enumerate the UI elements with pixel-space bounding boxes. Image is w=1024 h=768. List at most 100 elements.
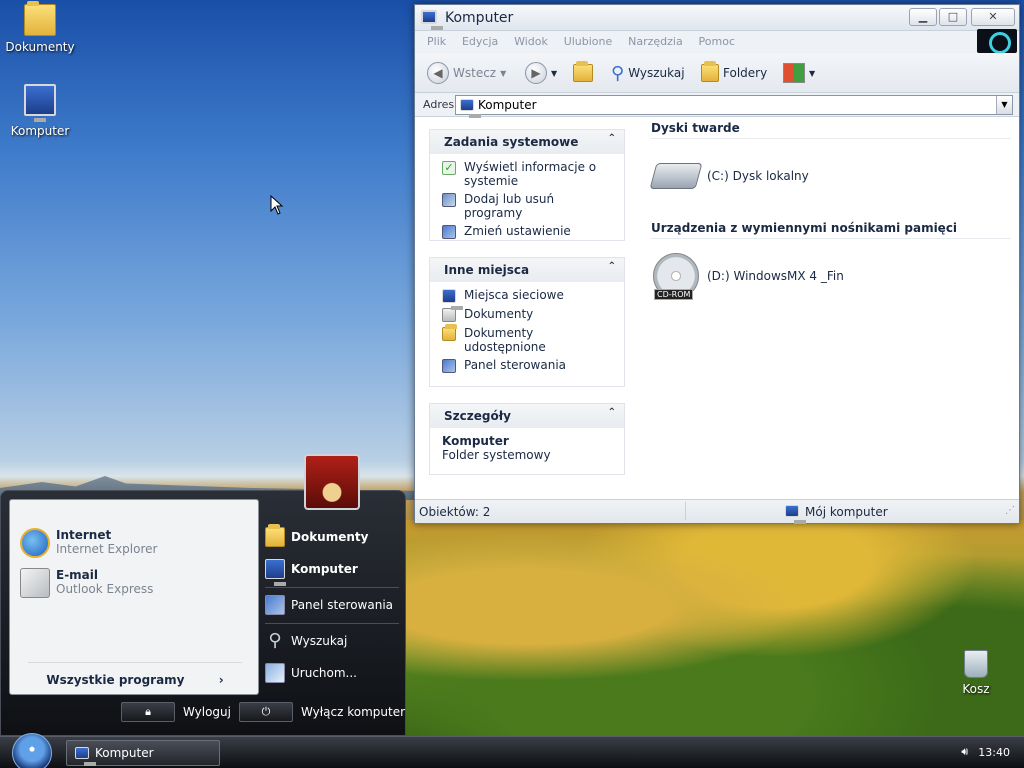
main-content: Zadania systemowe ⌃ ✓ Wyświetl informacj… [415, 119, 1019, 497]
close-button[interactable]: ✕ [971, 8, 1015, 26]
folders-button[interactable]: Foldery [701, 61, 767, 85]
control-panel-icon [265, 595, 285, 615]
start-item-panel-sterowania[interactable]: Panel sterowania [265, 595, 393, 615]
start-item-dokumenty[interactable]: Dokumenty [265, 524, 369, 547]
menu-widok[interactable]: Widok [514, 35, 548, 48]
start-item-label: Wyszukaj [291, 634, 348, 648]
start-button[interactable] [12, 733, 52, 768]
volume-icon[interactable]: 🔊︎ [961, 745, 968, 759]
computer-icon [24, 84, 56, 122]
grass-field [404, 520, 1024, 738]
taskbar-button-komputer[interactable]: Komputer [66, 740, 220, 766]
search-label: Wyszukaj [628, 66, 685, 80]
desktop-icon-kosz[interactable]: Kosz [936, 650, 1016, 696]
logoff-button[interactable]: 🔒︎ Wyloguj [121, 701, 231, 723]
menu-bar: Plik Edycja Widok Ulubione Narzędzia Pom… [415, 29, 1019, 54]
desktop-icon-dokumenty[interactable]: Dokumenty [0, 1, 80, 54]
panel-header[interactable]: Szczegóły ⌃ [430, 404, 624, 428]
status-bar: Obiektów: 2 Mój komputer ⋰ [415, 499, 1019, 524]
task-change-setting[interactable]: Zmień ustawienie [442, 224, 614, 239]
explorer-window: Komputer ▁ □ ✕ Plik Edycja Widok Ulubion… [414, 4, 1020, 524]
menu-plik[interactable]: Plik [427, 35, 446, 48]
place-documents[interactable]: Dokumenty [442, 307, 614, 322]
chevron-down-icon: ▼ [809, 68, 816, 78]
place-network[interactable]: Miejsca sieciowe [442, 288, 614, 310]
task-add-remove[interactable]: Dodaj lub usuń programy [442, 192, 614, 220]
control-panel-icon [442, 225, 456, 239]
collapse-icon[interactable]: ⌃ [608, 407, 616, 418]
collapse-icon[interactable]: ⌃ [608, 261, 616, 272]
task-system-info[interactable]: ✓ Wyświetl informacje o systemie [442, 160, 614, 188]
start-menu: Internet Internet Explorer E-mail Outloo… [0, 490, 406, 736]
collapse-icon[interactable]: ⌃ [608, 133, 616, 144]
forward-button[interactable]: ▶ ▼ [525, 61, 557, 85]
drive-c[interactable]: (C:) Dysk lokalny [649, 163, 809, 189]
start-item-label: Dokumenty [291, 530, 369, 544]
network-icon [442, 289, 463, 310]
folder-up-icon [573, 61, 593, 82]
power-icon: ⏻ [239, 702, 293, 722]
internet-explorer-icon [20, 528, 50, 558]
arrow-left-icon: ◀ [427, 62, 449, 84]
hard-drive-icon [649, 163, 703, 189]
details-name: Komputer [442, 434, 509, 448]
user-avatar[interactable] [304, 454, 360, 510]
taskbar-button-label: Komputer [95, 746, 154, 760]
start-item-komputer[interactable]: Komputer [265, 559, 358, 586]
logoff-label: Wyloguj [183, 705, 231, 719]
control-panel-icon [442, 359, 456, 373]
minimize-button[interactable]: ▁ [909, 8, 937, 26]
drive-d[interactable]: CD-ROM (D:) WindowsMX 4 _Fin [653, 253, 844, 300]
pinned-internet[interactable]: Internet Internet Explorer [20, 528, 157, 558]
search-icon: ⚲ [268, 630, 282, 651]
menu-ulubione[interactable]: Ulubione [564, 35, 613, 48]
maximize-button[interactable]: □ [939, 8, 967, 26]
desktop-icon-komputer[interactable]: Komputer [0, 84, 80, 138]
start-item-uruchom[interactable]: Uruchom... [265, 663, 357, 683]
back-button[interactable]: ◀ Wstecz ▼ [427, 61, 506, 85]
all-programs-button[interactable]: Wszystkie programy › [28, 662, 242, 687]
panel-header[interactable]: Inne miejsca ⌃ [430, 258, 624, 282]
task-label: Dodaj lub usuń programy [464, 192, 555, 220]
place-control-panel[interactable]: Panel sterowania [442, 358, 614, 373]
folders-icon [701, 61, 719, 82]
chevron-down-icon: ▼ [500, 68, 507, 78]
group-hard-disks-title: Dyski twarde [651, 121, 1011, 139]
panel-header[interactable]: Zadania systemowe ⌃ [430, 130, 624, 154]
clock[interactable]: 13:40 [978, 746, 1010, 759]
pinned-email[interactable]: E-mail Outlook Express [20, 568, 153, 598]
menu-edycja[interactable]: Edycja [462, 35, 498, 48]
title-bar[interactable]: Komputer ▁ □ ✕ [415, 5, 1019, 31]
task-label: Wyświetl informacje o systemie [464, 160, 597, 188]
search-button[interactable]: ⚲ Wyszukaj [611, 61, 685, 85]
details-description: Folder systemowy [442, 448, 551, 462]
place-label: Miejsca sieciowe [464, 288, 564, 302]
chevron-right-icon: › [218, 673, 224, 687]
views-button[interactable]: ▼ [783, 61, 815, 85]
address-dropdown-button[interactable]: ▼ [996, 96, 1012, 114]
shutdown-label: Wyłącz komputer [300, 705, 406, 719]
pinned-title: Internet [56, 528, 112, 542]
details-panel: Szczegóły ⌃ Komputer Folder systemowy [429, 403, 625, 475]
start-item-label: Komputer [291, 562, 358, 576]
address-field[interactable]: Komputer ▼ [455, 95, 1013, 118]
programs-icon [442, 193, 456, 207]
menu-pomoc[interactable]: Pomoc [699, 35, 735, 48]
start-item-wyszukaj[interactable]: ⚲ Wyszukaj [265, 631, 347, 651]
toolbar: ◀ Wstecz ▼ ▶ ▼ ⚲ Wyszukaj Foldery ▼ [415, 53, 1019, 93]
panel-title: Szczegóły [444, 409, 511, 423]
computer-icon [75, 747, 96, 766]
place-label: Dokumenty udostępnione [464, 326, 546, 354]
pinned-subtitle: Outlook Express [56, 582, 154, 596]
all-programs-label: Wszystkie programy [46, 673, 185, 687]
window-title: Komputer [445, 10, 514, 26]
views-icon [783, 63, 805, 83]
up-folder-button[interactable] [573, 61, 593, 85]
taskbar: Komputer 🔊︎ 13:40 [0, 733, 1024, 768]
desktop-icon-label: Kosz [962, 682, 990, 696]
chevron-down-icon: ▼ [551, 68, 558, 78]
shutdown-button[interactable]: ⏻ Wyłącz komputer [239, 701, 405, 723]
resize-grip-icon[interactable]: ⋰ [1005, 505, 1015, 516]
menu-narzedzia[interactable]: Narzędzia [628, 35, 683, 48]
place-shared-documents[interactable]: Dokumenty udostępnione [442, 324, 614, 354]
